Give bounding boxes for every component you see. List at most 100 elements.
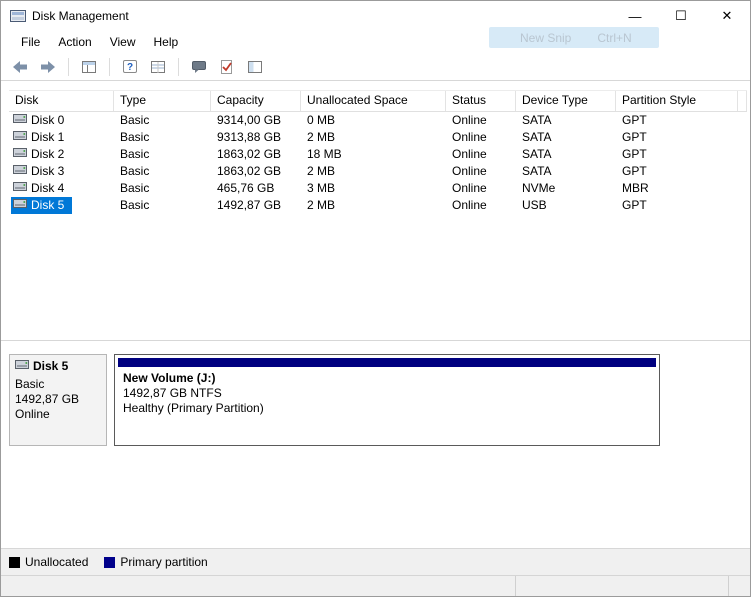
cell-unallocated: 18 MB	[307, 147, 342, 161]
disk-icon	[13, 180, 27, 197]
cell-partition: GPT	[622, 147, 647, 161]
cell-capacity: 1492,87 GB	[217, 198, 282, 212]
column-header-type[interactable]: Type	[114, 91, 211, 111]
disk-label: Disk 0	[31, 113, 65, 127]
cell-capacity: 9314,00 GB	[217, 113, 282, 127]
cell-device-type: SATA	[522, 147, 552, 161]
disk-icon	[13, 112, 27, 129]
pane-splitter[interactable]	[1, 340, 750, 348]
cell-type: Basic	[120, 113, 150, 127]
cell-unallocated: 2 MB	[307, 164, 336, 178]
cell-device-type: SATA	[522, 130, 552, 144]
table-row[interactable]: Disk 4 Basic 465,76 GB 3 MB Online NVMe …	[9, 180, 747, 197]
volume-health: Healthy (Primary Partition)	[123, 401, 264, 415]
column-header-capacity[interactable]: Capacity	[211, 91, 301, 111]
panes-icon[interactable]	[244, 57, 266, 77]
disk-label: Disk 4	[31, 181, 65, 195]
menu-file[interactable]: File	[13, 33, 48, 51]
cell-capacity: 1863,02 GB	[217, 164, 282, 178]
cell-device-type: SATA	[522, 113, 552, 127]
primary-partition-bar	[118, 358, 656, 367]
cell-device-type: USB	[522, 198, 547, 212]
app-icon	[10, 9, 26, 23]
status-section	[1, 576, 516, 596]
menu-view[interactable]: View	[102, 33, 144, 51]
disk-panel-capacity: 1492,87 GB	[15, 392, 80, 406]
disk-label: Disk 2	[31, 147, 65, 161]
toolbar-separator	[109, 57, 110, 76]
disk-panel-status: Online	[15, 407, 50, 421]
column-header-status[interactable]: Status	[446, 91, 516, 111]
cell-status: Online	[452, 198, 487, 212]
column-header-disk[interactable]: Disk	[9, 91, 114, 111]
table-row[interactable]: Disk 1 Basic 9313,88 GB 2 MB Online SATA…	[9, 129, 747, 146]
help-icon[interactable]: ?	[119, 57, 141, 77]
disk-panel[interactable]: Disk 5 Basic 1492,87 GB Online	[9, 354, 107, 446]
cell-unallocated: 3 MB	[307, 181, 336, 195]
new-snip-label: New Snip	[520, 30, 572, 45]
cell-type: Basic	[120, 130, 150, 144]
cell-partition: GPT	[622, 130, 647, 144]
disk-label: Disk 5	[31, 198, 65, 212]
legend-label: Primary partition	[120, 555, 208, 569]
disk-icon	[13, 129, 27, 146]
column-header-unallocated[interactable]: Unallocated Space	[301, 91, 446, 111]
cell-unallocated: 2 MB	[307, 198, 336, 212]
cell-partition: GPT	[622, 198, 647, 212]
disk-management-window: Disk Management — ☐ ✕ New Snip Ctrl+N Fi…	[0, 0, 751, 597]
column-header-stub	[738, 91, 747, 111]
list-header: Disk Type Capacity Unallocated Space Sta…	[9, 91, 747, 112]
column-header-partition-style[interactable]: Partition Style	[616, 91, 738, 111]
close-button[interactable]: ✕	[704, 1, 750, 31]
cell-device-type: SATA	[522, 164, 552, 178]
legend-bar: Unallocated Primary partition	[1, 549, 750, 575]
new-snip-shortcut: Ctrl+N	[597, 30, 632, 45]
disk-icon	[13, 197, 27, 214]
action-check-icon[interactable]	[216, 57, 238, 77]
back-arrow-icon[interactable]	[9, 57, 31, 77]
toolbar-separator	[68, 57, 69, 76]
disk-5-strip: Disk 5 Basic 1492,87 GB Online New Volum…	[9, 354, 742, 446]
volume-name: New Volume (J:)	[123, 371, 216, 385]
volume-box[interactable]: New Volume (J:) 1492,87 GB NTFS Healthy …	[114, 354, 660, 446]
cell-unallocated: 0 MB	[307, 113, 336, 127]
status-section	[729, 576, 750, 596]
export-list-icon[interactable]	[147, 57, 169, 77]
cell-device-type: NVMe	[522, 181, 556, 195]
unallocated-swatch-icon	[9, 556, 20, 568]
menu-action[interactable]: Action	[50, 33, 99, 51]
cell-type: Basic	[120, 181, 150, 195]
disk-label: Disk 3	[31, 164, 65, 178]
cell-status: Online	[452, 113, 487, 127]
cell-unallocated: 2 MB	[307, 130, 336, 144]
svg-text:?: ?	[127, 62, 133, 73]
cell-type: Basic	[120, 198, 150, 212]
status-section	[516, 576, 729, 596]
new-snip-button[interactable]: New Snip Ctrl+N	[489, 27, 659, 48]
console-tree-icon[interactable]	[78, 57, 100, 77]
disk-list-pane: Disk Type Capacity Unallocated Space Sta…	[1, 81, 750, 340]
forward-arrow-icon[interactable]	[37, 57, 59, 77]
table-row[interactable]: Disk 0 Basic 9314,00 GB 0 MB Online SATA…	[9, 112, 747, 129]
cell-type: Basic	[120, 147, 150, 161]
cell-status: Online	[452, 147, 487, 161]
menu-help[interactable]: Help	[146, 33, 187, 51]
legend-item-unallocated: Unallocated	[9, 555, 88, 569]
table-row[interactable]: Disk 2 Basic 1863,02 GB 18 MB Online SAT…	[9, 146, 747, 163]
cell-status: Online	[452, 130, 487, 144]
speech-bubble-icon[interactable]	[188, 57, 210, 77]
maximize-button[interactable]: ☐	[658, 1, 704, 31]
legend-item-primary-partition: Primary partition	[104, 555, 208, 569]
toolbar-separator	[178, 57, 179, 76]
cell-partition: GPT	[622, 113, 647, 127]
cell-partition: MBR	[622, 181, 649, 195]
disk-label: Disk 1	[31, 130, 65, 144]
table-row-selected[interactable]: Disk 5 Basic 1492,87 GB 2 MB Online USB …	[9, 197, 747, 214]
column-header-device-type[interactable]: Device Type	[516, 91, 616, 111]
toolbar: ?	[1, 53, 750, 81]
cell-capacity: 9313,88 GB	[217, 130, 282, 144]
cell-status: Online	[452, 181, 487, 195]
table-row[interactable]: Disk 3 Basic 1863,02 GB 2 MB Online SATA…	[9, 163, 747, 180]
primary-partition-swatch-icon	[104, 556, 116, 568]
disk-icon	[15, 359, 33, 374]
